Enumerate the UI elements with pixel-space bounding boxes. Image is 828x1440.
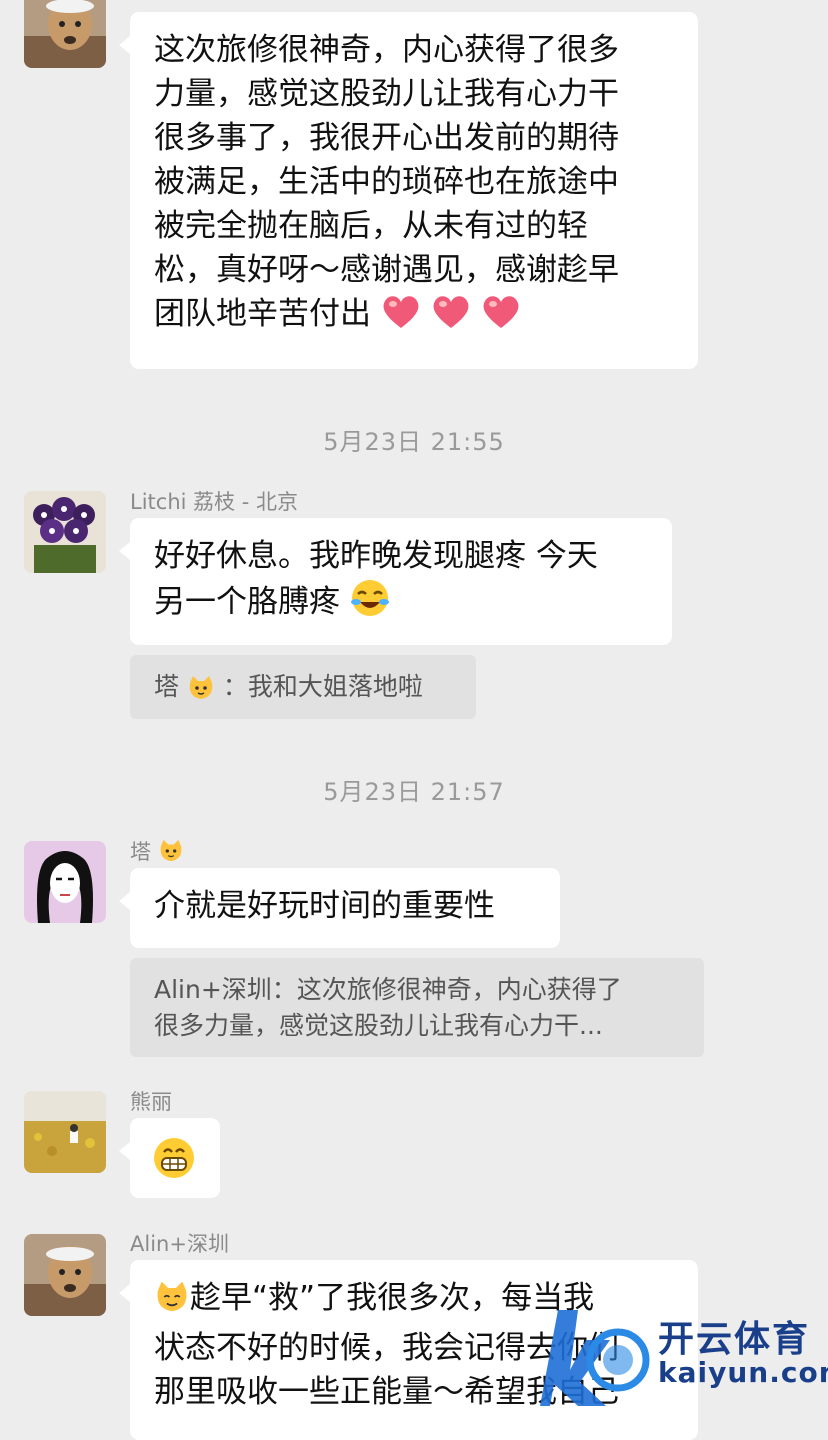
watermark-title: 开云体育	[658, 1319, 811, 1360]
avatar-litchi[interactable]	[24, 491, 106, 573]
sender-name: 塔	[130, 836, 184, 868]
laugh-cry-emoji-icon	[350, 578, 390, 630]
avatar-alin[interactable]	[24, 0, 106, 68]
sender-name: Litchi 荔枝 - 北京	[130, 490, 299, 514]
quote-line: Alin+深圳：这次旅修很神奇，内心获得了	[154, 975, 622, 1004]
message-line: 另一个胳膊疼	[154, 578, 648, 630]
message-line: 被完全抛在脑后，从未有过的轻	[154, 208, 588, 244]
heart-icon	[481, 294, 521, 342]
heart-icon	[431, 294, 471, 342]
message-line-text: 团队地辛苦付出	[154, 296, 371, 332]
quote-sender: 塔	[154, 672, 180, 701]
message-line: 被满足，生活中的琐碎也在旅途中	[154, 164, 619, 200]
avatar-ta[interactable]	[24, 841, 106, 923]
message-bubble-4[interactable]	[119, 1118, 220, 1198]
quoted-reply[interactable]: Alin+深圳：这次旅修很神奇，内心获得了 很多力量，感觉这股劲儿让我有心力干.…	[130, 958, 704, 1057]
message-line-text: 趁早“救”了我很多次，每当我	[190, 1280, 595, 1316]
message-line: 很多事了，我很开心出发前的期待	[154, 120, 619, 156]
sender-name: 熊丽	[130, 1090, 172, 1114]
cat-icon	[187, 675, 215, 711]
message-line: 团队地辛苦付出	[154, 292, 674, 342]
watermark-logo: 开云体育 kaiyun.com	[540, 1300, 828, 1407]
avatar-xiongli[interactable]	[24, 1091, 106, 1173]
quote-line: 塔 ：我和大姐落地啦	[154, 669, 452, 711]
message-line: 介就是好玩时间的重要性	[154, 888, 495, 924]
timestamp: 5月23日 21:55	[323, 428, 505, 456]
message-bubble-3[interactable]: 介就是好玩时间的重要性	[119, 868, 560, 948]
cat-face-emoji-icon	[154, 1280, 190, 1326]
message-bubble-1[interactable]: 这次旅修很神奇，内心获得了很多 力量，感觉这股劲儿让我有心力干 很多事了，我很开…	[119, 12, 698, 369]
message-bubble-2[interactable]: 好好休息。我昨晚发现腿疼 今天 另一个胳膊疼	[119, 518, 672, 645]
grin-emoji-icon	[152, 1136, 196, 1192]
kaiyun-logo-icon	[540, 1310, 650, 1406]
message-line: 好好休息。我昨晚发现腿疼 今天	[154, 538, 598, 574]
watermark-subtitle: kaiyun.com	[658, 1356, 828, 1389]
message-line: 松，真好呀～感谢遇见，感谢趁早	[154, 252, 619, 288]
message-line: 力量，感觉这股劲儿让我有心力干	[154, 76, 619, 112]
quoted-reply[interactable]: 塔 ：我和大姐落地啦	[130, 655, 476, 719]
message-line: 这次旅修很神奇，内心获得了很多	[154, 32, 619, 68]
timestamp: 5月23日 21:57	[323, 778, 505, 806]
message-line-text: 另一个胳膊疼	[154, 584, 340, 620]
quote-line: 很多力量，感觉这股劲儿让我有心力干...	[154, 1011, 603, 1040]
sender-name: Alin+深圳	[130, 1232, 229, 1256]
avatar-alin[interactable]	[24, 1234, 106, 1316]
heart-icon	[381, 294, 421, 342]
sender-name-text: 塔	[130, 840, 151, 864]
quote-text: ：我和大姐落地啦	[222, 672, 423, 701]
cat-icon	[158, 839, 184, 868]
